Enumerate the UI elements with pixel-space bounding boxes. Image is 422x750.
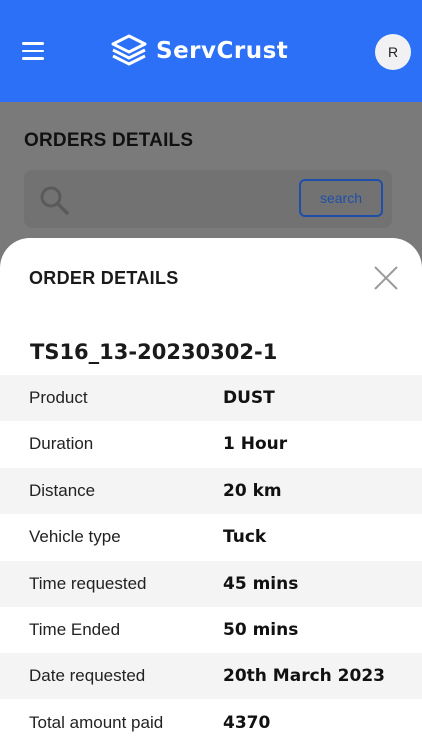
brand-logo[interactable]: ServCrust bbox=[110, 33, 288, 69]
order-details-list: Product DUST Duration 1 Hour Distance 20… bbox=[0, 375, 422, 746]
detail-label: Distance bbox=[29, 480, 96, 500]
search-icon bbox=[40, 186, 69, 215]
detail-row-duration: Duration 1 Hour bbox=[0, 421, 422, 467]
detail-label: Vehicle type bbox=[29, 527, 121, 547]
avatar-initial: R bbox=[387, 44, 399, 60]
hamburger-menu-icon[interactable] bbox=[22, 38, 50, 64]
page-title: ORDERS DETAILS bbox=[24, 130, 194, 151]
detail-value: DUST bbox=[223, 388, 275, 408]
detail-row-time-ended: Time Ended 50 mins bbox=[0, 607, 422, 653]
sheet-title: ORDER DETAILS bbox=[29, 268, 179, 288]
search-bar: search bbox=[24, 170, 392, 228]
detail-label: Time requested bbox=[29, 573, 147, 593]
detail-label: Time Ended bbox=[29, 619, 121, 639]
detail-label: Duration bbox=[29, 434, 94, 454]
close-icon[interactable] bbox=[372, 264, 400, 292]
detail-value: Tuck bbox=[223, 527, 267, 548]
brand-name: ServCrust bbox=[156, 38, 289, 64]
search-button[interactable]: search bbox=[299, 179, 383, 217]
detail-row-product: Product DUST bbox=[0, 375, 422, 421]
search-input[interactable] bbox=[78, 184, 302, 216]
detail-row-total-amount-paid: Total amount paid 4370 bbox=[0, 700, 422, 746]
order-details-sheet: ORDER DETAILS TS16_13-20230302-1 Product… bbox=[0, 238, 422, 750]
detail-value: 50 mins bbox=[223, 619, 299, 640]
avatar[interactable]: R bbox=[375, 34, 411, 70]
order-id: TS16_13-20230302-1 bbox=[30, 340, 278, 364]
detail-label: Product bbox=[29, 388, 88, 407]
detail-row-distance: Distance 20 km bbox=[0, 467, 422, 514]
detail-label: Date requested bbox=[29, 666, 146, 686]
screen: ServCrust R ORDERS DETAILS search ORDER … bbox=[0, 0, 422, 750]
detail-value: 20 km bbox=[223, 480, 282, 501]
detail-value: 20th March 2023 bbox=[223, 666, 385, 687]
detail-value: 1 Hour bbox=[223, 434, 288, 455]
detail-row-date-requested: Date requested 20th March 2023 bbox=[0, 653, 422, 700]
app-bar: ServCrust R bbox=[0, 0, 422, 102]
detail-row-vehicle-type: Vehicle type Tuck bbox=[0, 514, 422, 560]
detail-value: 45 mins bbox=[223, 573, 299, 594]
detail-row-time-requested: Time requested 45 mins bbox=[0, 560, 422, 607]
detail-value: 4370 bbox=[223, 712, 271, 733]
detail-label: Total amount paid bbox=[29, 712, 164, 732]
servcrust-logo-icon bbox=[111, 34, 147, 66]
